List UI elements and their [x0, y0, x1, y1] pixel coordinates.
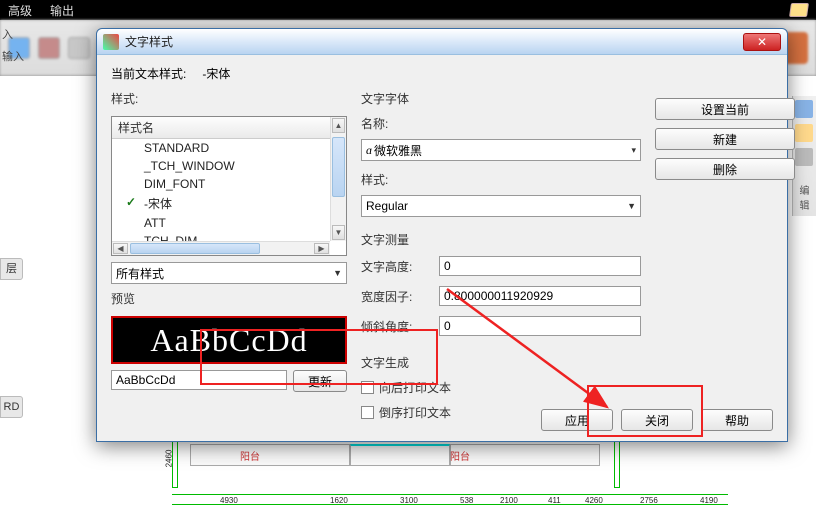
listbox-header[interactable]: 样式名	[112, 117, 346, 139]
style-item[interactable]: DIM_FONT	[112, 175, 346, 193]
label: 入	[2, 24, 24, 46]
height-label: 文字高度:	[361, 258, 431, 275]
dimension-text: 2756	[640, 496, 658, 505]
dimension-text: 4930	[220, 496, 238, 505]
scrollbar-vertical[interactable]: ▲ ▼	[330, 117, 346, 241]
scrollbar-thumb[interactable]	[130, 243, 260, 254]
styles-label: 样式:	[111, 90, 347, 107]
action-column: 设置当前 新建 删除	[655, 90, 795, 425]
paste-icon[interactable]	[795, 148, 813, 166]
preview-input[interactable]	[111, 370, 287, 390]
oblique-input[interactable]	[439, 316, 641, 336]
font-name-label: 名称:	[361, 115, 641, 132]
select-value: 所有样式	[116, 265, 164, 282]
drawing-label: 阳台	[450, 448, 470, 463]
chevron-down-icon: ▾	[631, 145, 636, 156]
font-style-label: 样式:	[361, 171, 641, 188]
width-label: 宽度因子:	[361, 288, 431, 305]
right-toolbar: 编辑	[792, 96, 816, 216]
height-input[interactable]	[439, 256, 641, 276]
dimension-text: 4260	[585, 496, 603, 505]
scroll-right-icon[interactable]: ▶	[314, 243, 329, 254]
drawing-element	[190, 444, 350, 466]
dialog-title: 文字样式	[125, 33, 743, 50]
oblique-label: 倾斜角度:	[361, 318, 431, 335]
width-input[interactable]	[439, 286, 641, 306]
dialog-titlebar[interactable]: 文字样式 ✕	[97, 29, 787, 55]
dimension-text: 3100	[400, 496, 418, 505]
dimension-line	[172, 494, 728, 495]
close-dialog-button[interactable]: 关闭	[621, 409, 693, 431]
style-item[interactable]: ATT	[112, 214, 346, 232]
dimension-text: 4190	[700, 496, 718, 505]
font-style-select[interactable]: Regular ▼	[361, 195, 641, 217]
dimension-text: 538	[460, 496, 473, 505]
chevron-down-icon: ▼	[333, 268, 342, 278]
label: 输入	[2, 46, 24, 68]
preview-label: 预览	[111, 290, 347, 307]
dimension-text: 2460	[164, 450, 173, 468]
left-docked-tab[interactable]: 层	[0, 258, 23, 280]
ribbon-tab-output[interactable]: 输出	[50, 2, 74, 19]
update-button[interactable]: 更新	[293, 370, 347, 392]
styles-listbox[interactable]: 样式名 STANDARD _TCH_WINDOW DIM_FONT -宋体 AT…	[111, 116, 347, 256]
scrollbar-horizontal[interactable]: ◀ ▶	[112, 241, 330, 255]
select-value: Regular	[366, 199, 408, 213]
scroll-up-icon[interactable]: ▲	[332, 118, 345, 133]
dimension-text: 2100	[500, 496, 518, 505]
dimension-text: 411	[548, 496, 561, 505]
new-button[interactable]: 新建	[655, 128, 795, 150]
copy-icon[interactable]	[795, 100, 813, 118]
preview-box: AaBbCcDd	[111, 316, 347, 364]
dimension-text: 1620	[330, 496, 348, 505]
apply-button[interactable]: 应用	[541, 409, 613, 431]
drawing-element	[450, 444, 600, 466]
checkbox-icon	[361, 406, 374, 419]
scrollbar-thumb[interactable]	[332, 137, 345, 197]
checkbox-label: 向后打印文本	[379, 379, 451, 396]
dialog-footer: 应用 关闭 帮助	[541, 409, 773, 431]
right-panel-label: 编辑	[795, 182, 814, 212]
scroll-down-icon[interactable]: ▼	[332, 225, 345, 240]
close-button[interactable]: ✕	[743, 33, 781, 51]
left-docked-tab[interactable]: RD	[0, 396, 23, 418]
select-value: 微软雅黑	[374, 142, 422, 159]
backwards-checkbox[interactable]: 向后打印文本	[361, 379, 641, 396]
current-style-label: 当前文本样式:	[111, 65, 186, 82]
dialog-icon	[103, 34, 119, 50]
styles-column: 样式: 样式名 STANDARD _TCH_WINDOW DIM_FONT -宋…	[111, 90, 347, 425]
ribbon-tabs: 高级 输出	[0, 0, 816, 20]
tool-icon[interactable]	[38, 37, 60, 59]
style-item[interactable]: _TCH_WINDOW	[112, 157, 346, 175]
style-item[interactable]: -宋体	[112, 193, 346, 214]
font-column: 文字字体 名称: ɑ微软雅黑 ▾ 样式: Regular ▼ 文字测量 文字高度…	[361, 90, 641, 425]
gen-group-label: 文字生成	[361, 354, 641, 371]
text-style-dialog: 文字样式 ✕ 当前文本样式: -宋体 样式: 样式名 STANDARD _TCH…	[96, 28, 788, 442]
drawing-element	[350, 444, 450, 466]
tool-icon[interactable]	[68, 37, 90, 59]
checkbox-icon	[361, 381, 374, 394]
delete-button[interactable]: 删除	[655, 158, 795, 180]
pencil-icon[interactable]	[789, 3, 809, 17]
set-current-button[interactable]: 设置当前	[655, 98, 795, 120]
cut-icon[interactable]	[795, 124, 813, 142]
checkbox-label: 倒序打印文本	[379, 404, 451, 421]
font-group-label: 文字字体	[361, 90, 641, 107]
drawing-label: 阳台	[240, 448, 260, 463]
measure-group-label: 文字测量	[361, 231, 641, 248]
dialog-body: 当前文本样式: -宋体 样式: 样式名 STANDARD _TCH_WINDOW…	[97, 55, 787, 435]
current-style-value: -宋体	[202, 65, 230, 82]
filter-select[interactable]: 所有样式 ▼	[111, 262, 347, 284]
dimension-line	[614, 438, 620, 488]
left-panel-labels: 入 输入	[2, 24, 24, 68]
style-item[interactable]: STANDARD	[112, 139, 346, 157]
scroll-left-icon[interactable]: ◀	[113, 243, 128, 254]
chevron-down-icon: ▼	[627, 201, 636, 211]
font-name-select[interactable]: ɑ微软雅黑 ▾	[361, 139, 641, 161]
ribbon-tab-advanced[interactable]: 高级	[8, 2, 32, 19]
help-button[interactable]: 帮助	[701, 409, 773, 431]
